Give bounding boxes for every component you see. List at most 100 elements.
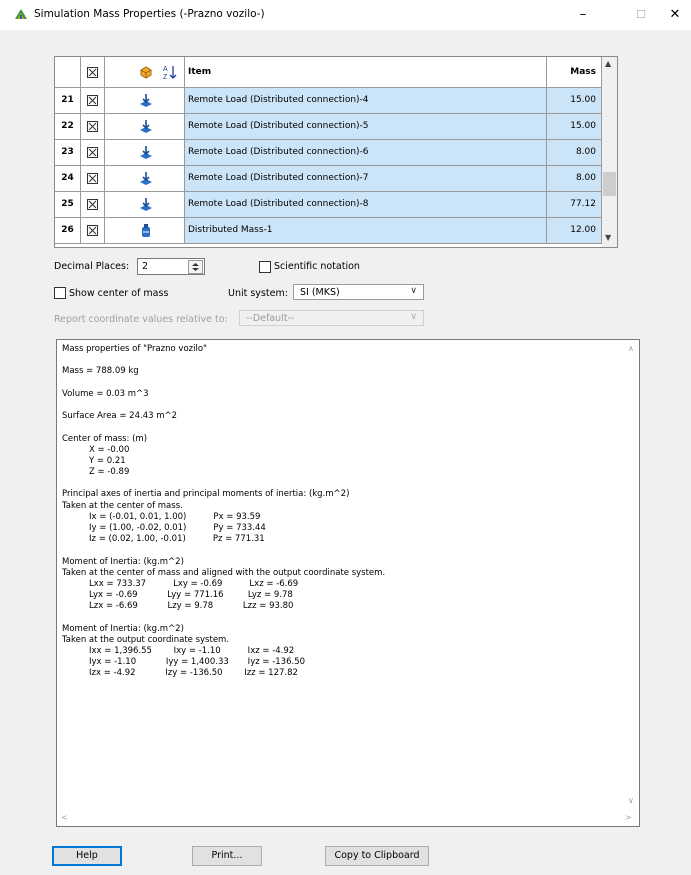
maximize-button[interactable]: ☐ [618,0,664,30]
results-line: Izx = -4.92 Izy = -136.50 Izz = 127.82 [62,668,298,679]
row-check-cell[interactable] [81,88,105,114]
chevron-down-icon: ∨ [410,286,417,296]
scientific-notation-label: Scientific notation [274,261,360,272]
row-icon-cell [105,218,185,244]
row-check-cell[interactable] [81,140,105,166]
header-icon-cell: A Z [105,57,185,88]
row-check-cell[interactable] [81,166,105,192]
scroll-up-icon[interactable]: ▲ [605,59,611,68]
results-line: Lyx = -0.69 Lyy = 771.16 Lyz = 9.78 [62,590,293,601]
results-line: Volume = 0.03 m^3 [62,388,149,399]
table-row[interactable]: 21 Remote Load (Distributed connection)-4… [55,88,602,114]
include-checkbox-icon[interactable] [87,147,98,158]
scroll-up-icon[interactable]: ∧ [628,344,634,353]
include-checkbox-icon[interactable] [87,95,98,106]
mass-items-table: A Z Item Mass (kg) 21 Remote Load (Distri… [54,56,618,248]
row-mass-value[interactable]: 15.00 [547,88,602,114]
row-icon-cell [105,88,185,114]
include-checkbox-icon[interactable] [87,121,98,132]
results-line: X = -0.00 [62,444,130,455]
sort-ascending-icon[interactable]: A Z [163,64,177,80]
remote-load-icon [140,198,152,211]
row-mass-value[interactable]: 77.12 [547,192,602,218]
row-item-name: Distributed Mass-1 [185,218,547,244]
row-mass-value[interactable]: 12.00 [547,218,602,244]
spinner-buttons[interactable] [188,260,203,274]
results-line: Center of mass: (m) [62,433,148,444]
unit-system-dropdown[interactable]: SI (MKS) ∨ [293,284,424,300]
header-check-cell[interactable] [81,57,105,88]
table-row[interactable]: 22 Remote Load (Distributed connection)-5… [55,114,602,140]
minimize-button[interactable]: – [560,0,606,30]
row-mass-value[interactable]: 8.00 [547,140,602,166]
svg-text:A: A [163,66,168,73]
row-number: 21 [55,88,81,114]
table-row[interactable]: 26 Distributed Mass-1 12.00 [55,218,602,244]
results-line: Z = -0.89 [62,467,130,478]
header-item[interactable]: Item [185,57,547,88]
results-line: Ix = (-0.01, 0.01, 1.00) Px = 93.59 [62,511,261,522]
print-button[interactable]: Print... [192,846,262,866]
table-vertical-scrollbar[interactable]: ▲ ▼ [602,57,617,247]
results-vertical-scrollbar[interactable]: ∧ ∨ [624,340,639,810]
include-checkbox-icon[interactable] [87,199,98,210]
results-line: Taken at the center of mass and aligned … [62,567,386,578]
row-icon-cell [105,166,185,192]
results-line [62,545,622,556]
scroll-left-icon[interactable]: < [61,813,68,822]
components-icon[interactable] [138,64,154,80]
report-coordinates-dropdown[interactable]: --Default-- ∨ [239,310,424,326]
table-row[interactable]: 23 Remote Load (Distributed connection)-6… [55,140,602,166]
unit-system-value: SI (MKS) [300,287,340,298]
results-line: Iz = (0.02, 1.00, -0.01) Pz = 771.31 [62,534,265,545]
scientific-notation-checkbox[interactable] [259,261,271,273]
row-check-cell[interactable] [81,218,105,244]
scroll-right-icon[interactable]: > [625,813,632,822]
mass-properties-results[interactable]: Mass properties of "Prazno vozilo" Mass =… [56,339,640,827]
table-row[interactable]: 24 Remote Load (Distributed connection)-7… [55,166,602,192]
decimal-places-spinner[interactable]: 2 [137,258,205,275]
svg-text:Z: Z [163,74,168,80]
results-line: Principal axes of inertia and principal … [62,489,350,500]
include-checkbox-icon[interactable] [87,225,98,236]
select-all-checkbox-icon[interactable] [87,67,98,78]
row-icon-cell [105,114,185,140]
results-line: Surface Area = 24.43 m^2 [62,411,178,422]
report-coordinates-label: Report coordinate values relative to: [54,314,228,325]
decimal-places-label: Decimal Places: [54,261,130,272]
close-button[interactable]: ✕ [660,0,690,30]
results-line: Iyx = -1.10 Iyy = 1,400.33 Iyz = -136.50 [62,657,306,668]
row-check-cell[interactable] [81,192,105,218]
results-line: Y = 0.21 [62,455,126,466]
scroll-down-icon[interactable]: ∨ [628,796,634,805]
row-mass-value[interactable]: 8.00 [547,166,602,192]
help-button[interactable]: Help [52,846,122,866]
scroll-down-icon[interactable]: ▼ [605,233,611,242]
row-icon-cell [105,140,185,166]
results-line [62,378,622,389]
results-line [62,355,622,366]
report-coordinates-value: --Default-- [246,313,295,324]
copy-to-clipboard-button[interactable]: Copy to Clipboard [325,846,429,866]
scroll-thumb[interactable] [603,172,616,196]
results-line: Lzx = -6.69 Lzy = 9.78 Lzz = 93.80 [62,601,294,612]
decimal-places-value[interactable]: 2 [142,261,148,272]
row-check-cell[interactable] [81,114,105,140]
table-header: A Z Item Mass (kg) [55,57,602,108]
remote-load-icon [140,94,152,107]
row-item-name: Remote Load (Distributed connection)-6 [185,140,547,166]
show-center-of-mass-label: Show center of mass [69,288,169,299]
show-center-of-mass-checkbox[interactable] [54,287,66,299]
results-line: Taken at the center of mass. [62,500,183,511]
table-row[interactable]: 25 Remote Load (Distributed connection)-8… [55,192,602,218]
remote-load-icon [140,120,152,133]
spinner-arrows-icon[interactable] [191,262,200,272]
header-mass[interactable]: Mass (kg) [547,57,602,108]
row-mass-value[interactable]: 15.00 [547,114,602,140]
results-horizontal-scrollbar[interactable]: < > [57,812,639,826]
include-checkbox-icon[interactable] [87,173,98,184]
results-line: Taken at the output coordinate system. [62,634,230,645]
row-number: 23 [55,140,81,166]
title-bar: Simulation Mass Properties (-Prazno vozi… [0,0,691,30]
header-number-cell [55,57,81,88]
